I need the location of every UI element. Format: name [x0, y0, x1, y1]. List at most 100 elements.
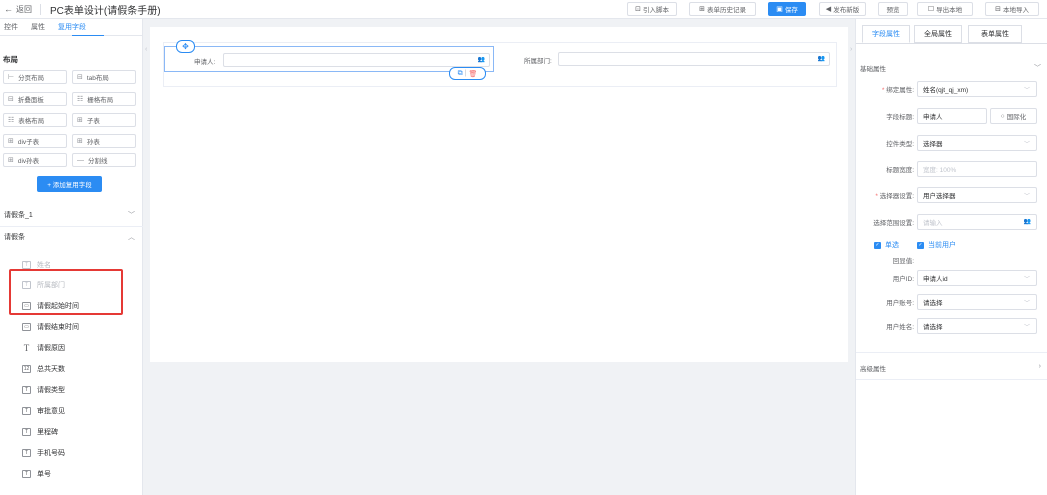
grandchild-table-icon: ⊞	[77, 138, 83, 145]
highlight-box	[9, 269, 123, 315]
collapse-left-icon[interactable]: ‹	[145, 46, 147, 53]
control-type-select[interactable]: 选择器 ﹀	[917, 135, 1037, 151]
user-account-select[interactable]: 请选择 ﹀	[917, 294, 1037, 310]
date-field-icon: ▭	[22, 323, 31, 331]
script-icon: ⊡	[635, 6, 641, 13]
selector-setting-select[interactable]: 用户选择器 ﹀	[917, 187, 1037, 203]
component-collapse-panel[interactable]: ⊟ 折叠面板	[3, 92, 67, 106]
collapse-panel-icon: ⊟	[8, 96, 14, 103]
selector-setting-label: * 选择器设置:	[875, 193, 914, 200]
text-field-icon: T	[22, 470, 31, 478]
page-layout-icon: ⊢	[8, 74, 15, 81]
field-item-leave-reason[interactable]: T 请假原因	[22, 341, 65, 355]
import-script-button[interactable]: ⊡ 引入脚本	[627, 2, 677, 16]
field-title-input[interactable]: 申请人	[917, 108, 987, 124]
import-icon: ⊟	[995, 6, 1001, 13]
user-picker-icon: 👥	[477, 57, 485, 63]
move-handle-icon[interactable]: ✥	[176, 40, 195, 53]
field-item-approval-opinion[interactable]: T 审批意见	[22, 404, 65, 418]
export-local-button[interactable]: ☐ 导出本地	[917, 2, 973, 16]
user-name-select[interactable]: 请选择 ﹀	[917, 318, 1037, 334]
chevron-right-icon[interactable]: ›	[1039, 363, 1041, 370]
subtable-icon: ⊞	[77, 117, 83, 124]
component-table-layout[interactable]: ☷ 表格布局	[3, 113, 67, 127]
field-item-leave-end[interactable]: ▭ 请假结束时间	[22, 320, 79, 334]
search-icon: ○	[1000, 112, 1005, 120]
component-page-layout[interactable]: ⊢ 分页布局	[3, 70, 67, 84]
tabs-divider	[856, 43, 1047, 44]
divider: |	[464, 70, 467, 77]
tab-controls[interactable]: 控件	[4, 22, 18, 32]
tab-properties[interactable]: 属性	[31, 22, 45, 32]
chevron-down-icon: ﹀	[1023, 301, 1030, 307]
user-id-select[interactable]: 申请人id ﹀	[917, 270, 1037, 286]
textarea-icon: T	[23, 343, 30, 353]
left-tabs: 控件 属性 复用字段	[0, 19, 142, 36]
top-bar: ← 返回 PC表单设计(请假条手册) ⊡ 引入脚本 ⊞ 表单历史记录 ▣ 保存 ◀ 发布…	[0, 0, 1047, 19]
department-input[interactable]: 👥	[558, 52, 830, 66]
copy-icon[interactable]: ⧉	[458, 70, 463, 78]
component-grid-layout[interactable]: ☷ 栅格布局	[72, 92, 136, 106]
selected-field-cell[interactable]: 申请人: 👥	[164, 46, 494, 72]
collapse-right-icon[interactable]: ›	[850, 46, 852, 53]
component-tab-layout[interactable]: ⊟ tab布局	[72, 70, 136, 84]
component-divider[interactable]: — 分割线	[72, 153, 136, 167]
tab-reuse-fields[interactable]: 复用字段	[58, 22, 86, 32]
checkbox-checked-icon: ✓	[874, 241, 881, 249]
field-item-total-days[interactable]: 12 总共天数	[22, 362, 65, 376]
bind-attr-select[interactable]: 姓名(qjt_qj_xm) ﹀	[917, 81, 1037, 97]
chevron-down-icon: ﹀	[1023, 142, 1030, 148]
chevron-down-icon: ﹀	[1023, 325, 1030, 331]
advanced-properties-section[interactable]: 高级属性	[860, 363, 886, 373]
divider-icon: —	[77, 156, 84, 164]
checkbox-checked-icon: ✓	[917, 241, 924, 249]
page-title: PC表单设计(请假条手册)	[50, 5, 161, 17]
department-field-cell[interactable]: 所属部门: 👥	[500, 46, 836, 72]
selector-scope-input[interactable]: 请输入 👥	[917, 214, 1037, 230]
left-panel: 控件 属性 复用字段 布局 ⊢ 分页布局 ⊟ tab布局 ⊟ 折叠面板 ☷ 栅格布局 ☷…	[0, 19, 143, 495]
label-width-input[interactable]: 宽度: 100%	[917, 161, 1037, 177]
label-width-label: 标题宽度:	[886, 167, 914, 174]
publish-button[interactable]: ◀ 发布新版	[819, 2, 866, 16]
field-item-phone[interactable]: T 手机号码	[22, 446, 65, 460]
delete-icon[interactable]: 🗑	[468, 70, 477, 78]
component-div-grandchild-table[interactable]: ⊞ div孙表	[3, 153, 67, 167]
cell-actions: ⧉ | 🗑	[449, 67, 486, 80]
bind-attr-label: * 绑定属性:	[881, 87, 914, 94]
tab-form-properties[interactable]: 表单属性	[968, 25, 1022, 43]
component-subtable[interactable]: ⊞ 子表	[72, 113, 136, 127]
text-field-icon: T	[22, 449, 31, 457]
single-select-checkbox[interactable]: ✓ 单选	[874, 240, 899, 250]
save-button[interactable]: ▣ 保存	[768, 2, 806, 16]
preview-button[interactable]: 预览	[878, 2, 908, 16]
current-user-checkbox[interactable]: ✓ 当前用户	[917, 240, 956, 250]
table-layout-icon: ☷	[8, 117, 15, 124]
tab-global-properties[interactable]: 全局属性	[914, 25, 962, 43]
tab-field-properties[interactable]: 字段属性	[862, 25, 910, 43]
div-subtable-icon: ⊞	[8, 138, 14, 145]
field-item-milestone[interactable]: T 里程碑	[22, 425, 58, 439]
tab-layout-icon: ⊟	[77, 74, 83, 81]
back-label: 返回	[16, 4, 32, 14]
field-item-leave-type[interactable]: T 请假类型	[22, 383, 65, 397]
group-header-leave-1[interactable]: 请假条_1 ﹀	[0, 205, 143, 225]
field-item-order-number[interactable]: T 单号	[22, 467, 51, 481]
chevron-down-icon: ﹀	[1023, 88, 1030, 94]
form-canvas	[150, 27, 848, 362]
component-div-subtable[interactable]: ⊞ div子表	[3, 134, 67, 148]
basic-properties-section[interactable]: 基础属性	[860, 63, 886, 73]
text-field-icon: T	[22, 407, 31, 415]
export-icon: ☐	[927, 6, 935, 13]
i18n-button[interactable]: ○ 国际化	[990, 108, 1037, 124]
chevron-down-icon: ﹀	[1023, 277, 1030, 283]
applicant-input[interactable]: 👥	[223, 53, 490, 67]
layout-section-title: 布局	[3, 55, 18, 64]
chevron-down-icon[interactable]: ﹀	[1034, 63, 1041, 73]
form-history-button[interactable]: ⊞ 表单历史记录	[689, 2, 756, 16]
component-grandchild-table[interactable]: ⊞ 孙表	[72, 134, 136, 148]
back-button[interactable]: ← 返回	[4, 4, 32, 15]
group-header-leave[interactable]: 请假条 ︿	[0, 227, 143, 247]
add-reuse-field-button[interactable]: + 添加复用字段	[37, 176, 102, 192]
field-title-label: 字段标题:	[886, 114, 914, 121]
local-import-button[interactable]: ⊟ 本地导入	[985, 2, 1039, 16]
